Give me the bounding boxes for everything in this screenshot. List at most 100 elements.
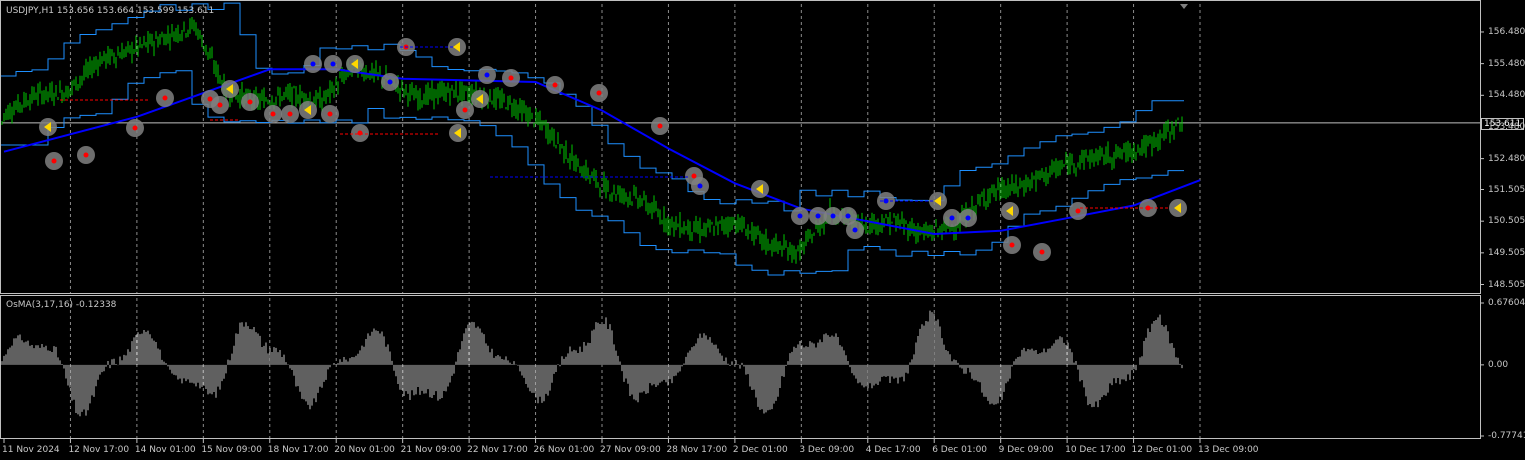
- price-tick-label: 148.505: [1488, 279, 1525, 290]
- signal-marker: [691, 177, 709, 195]
- price-tick-label: 155.480: [1488, 58, 1525, 69]
- signal-marker: [264, 105, 282, 123]
- signal-marker: [351, 124, 369, 142]
- signal-dot: [852, 227, 858, 233]
- signal-marker: [324, 55, 342, 73]
- signal-dot: [310, 61, 316, 67]
- signal-dot: [162, 95, 168, 101]
- time-tick-label: 4 Dec 17:00: [865, 445, 921, 455]
- price-tick-label: 156.480: [1488, 26, 1525, 37]
- signal-dot: [287, 111, 293, 117]
- signal-dot: [132, 125, 138, 131]
- signal-marker: [221, 80, 239, 98]
- signal-marker: [546, 76, 564, 94]
- price-channel: [0, 2, 1184, 276]
- time-tick-label: 26 Nov 01:00: [533, 445, 595, 455]
- time-tick-label: 11 Nov 2024: [2, 445, 60, 455]
- time-tick-label: 18 Nov 17:00: [267, 445, 329, 455]
- osma-tick-label: -0.77741: [1488, 431, 1525, 441]
- signal-dot: [1039, 249, 1045, 255]
- signal-marker: [456, 101, 474, 119]
- signal-marker: [77, 146, 95, 164]
- time-tick-label: 2 Dec 01:00: [732, 445, 788, 455]
- time-tick-label: 14 Nov 01:00: [134, 445, 196, 455]
- osma-tick-label: 0.67604: [1488, 298, 1525, 308]
- time-tick-label: 27 Nov 09:00: [600, 445, 661, 455]
- time-tick-label: 3 Dec 09:00: [799, 445, 855, 455]
- trading-chart[interactable]: USDJPY,H1 153.656 153.664 153.599 153.61…: [0, 0, 1525, 457]
- signal-dot: [247, 99, 253, 105]
- signal-dot: [949, 215, 955, 221]
- signal-dot: [51, 158, 57, 164]
- signal-dot: [387, 79, 393, 85]
- price-tick-label: 154.480: [1488, 90, 1525, 101]
- signal-marker: [126, 119, 144, 137]
- signal-marker: [751, 180, 769, 198]
- price-candles: [1, 17, 1183, 264]
- osma-tick-label: 0.00: [1488, 359, 1509, 370]
- signal-dot: [217, 102, 223, 108]
- signal-marker: [1033, 243, 1051, 261]
- osma-indicator-label: OsMA(3,17,16) -0.12338: [6, 300, 117, 310]
- signal-marker: [791, 207, 809, 225]
- signal-dot: [357, 130, 363, 136]
- signal-marker: [959, 209, 977, 227]
- signal-marker: [1169, 199, 1187, 217]
- signal-dot: [697, 183, 703, 189]
- signal-marker: [502, 69, 520, 87]
- signal-dot: [1009, 242, 1015, 248]
- price-tick-label: 153.480: [1488, 121, 1525, 132]
- signal-dot: [270, 111, 276, 117]
- symbol-info: USDJPY,H1 153.656 153.664 153.599 153.61…: [6, 6, 215, 16]
- signal-marker: [281, 105, 299, 123]
- chart-canvas[interactable]: [0, 0, 1525, 457]
- signal-marker: [846, 221, 864, 239]
- signal-marker: [299, 101, 317, 119]
- signal-marker: [156, 89, 174, 107]
- time-tick-label: 12 Nov 17:00: [68, 445, 130, 455]
- time-tick-label: 13 Dec 09:00: [1198, 445, 1259, 455]
- signal-dot: [508, 75, 514, 81]
- price-tick-label: 152.480: [1488, 153, 1525, 164]
- signal-dot: [1075, 208, 1081, 214]
- signal-marker: [478, 66, 496, 84]
- signal-marker: [45, 152, 63, 170]
- signal-dot: [83, 152, 89, 158]
- time-tick-label: 6 Dec 01:00: [932, 445, 988, 455]
- signal-dot: [830, 213, 836, 219]
- signal-dot: [965, 215, 971, 221]
- signal-dot: [462, 107, 468, 113]
- time-tick-label: 12 Dec 01:00: [1131, 445, 1193, 455]
- time-tick-label: 22 Nov 17:00: [467, 445, 528, 455]
- signal-marker: [211, 96, 229, 114]
- signal-dot: [845, 213, 851, 219]
- osma-histogram: [1, 310, 1183, 417]
- time-tick-label: 28 Nov 17:00: [666, 445, 728, 455]
- signal-marker: [1003, 236, 1021, 254]
- signal-marker: [241, 93, 259, 111]
- signal-marker: [1001, 202, 1019, 220]
- time-tick-label: 21 Nov 09:00: [400, 445, 462, 455]
- time-tick-label: 20 Nov 01:00: [334, 445, 395, 455]
- chart-shift-marker: [1180, 4, 1188, 9]
- main-panel-frame: [0, 0, 1481, 294]
- signal-marker: [346, 55, 364, 73]
- price-tick-label: 151.505: [1488, 184, 1525, 195]
- signal-dot: [484, 72, 490, 78]
- time-tick-label: 15 Nov 09:00: [201, 445, 263, 455]
- signal-dot: [797, 213, 803, 219]
- signal-marker: [1069, 202, 1087, 220]
- signal-dot: [207, 96, 213, 102]
- price-tick-label: 149.505: [1488, 247, 1525, 258]
- time-tick-label: 9 Dec 09:00: [998, 445, 1054, 455]
- signal-dot: [552, 82, 558, 88]
- signal-dot: [327, 111, 333, 117]
- signal-marker: [943, 209, 961, 227]
- signal-dot: [596, 90, 602, 96]
- signal-dot: [657, 123, 663, 129]
- signal-dot: [691, 173, 697, 179]
- signal-dot: [815, 213, 821, 219]
- signal-marker: [39, 118, 57, 136]
- price-tick-label: 150.505: [1488, 216, 1525, 227]
- signal-marker: [471, 90, 489, 108]
